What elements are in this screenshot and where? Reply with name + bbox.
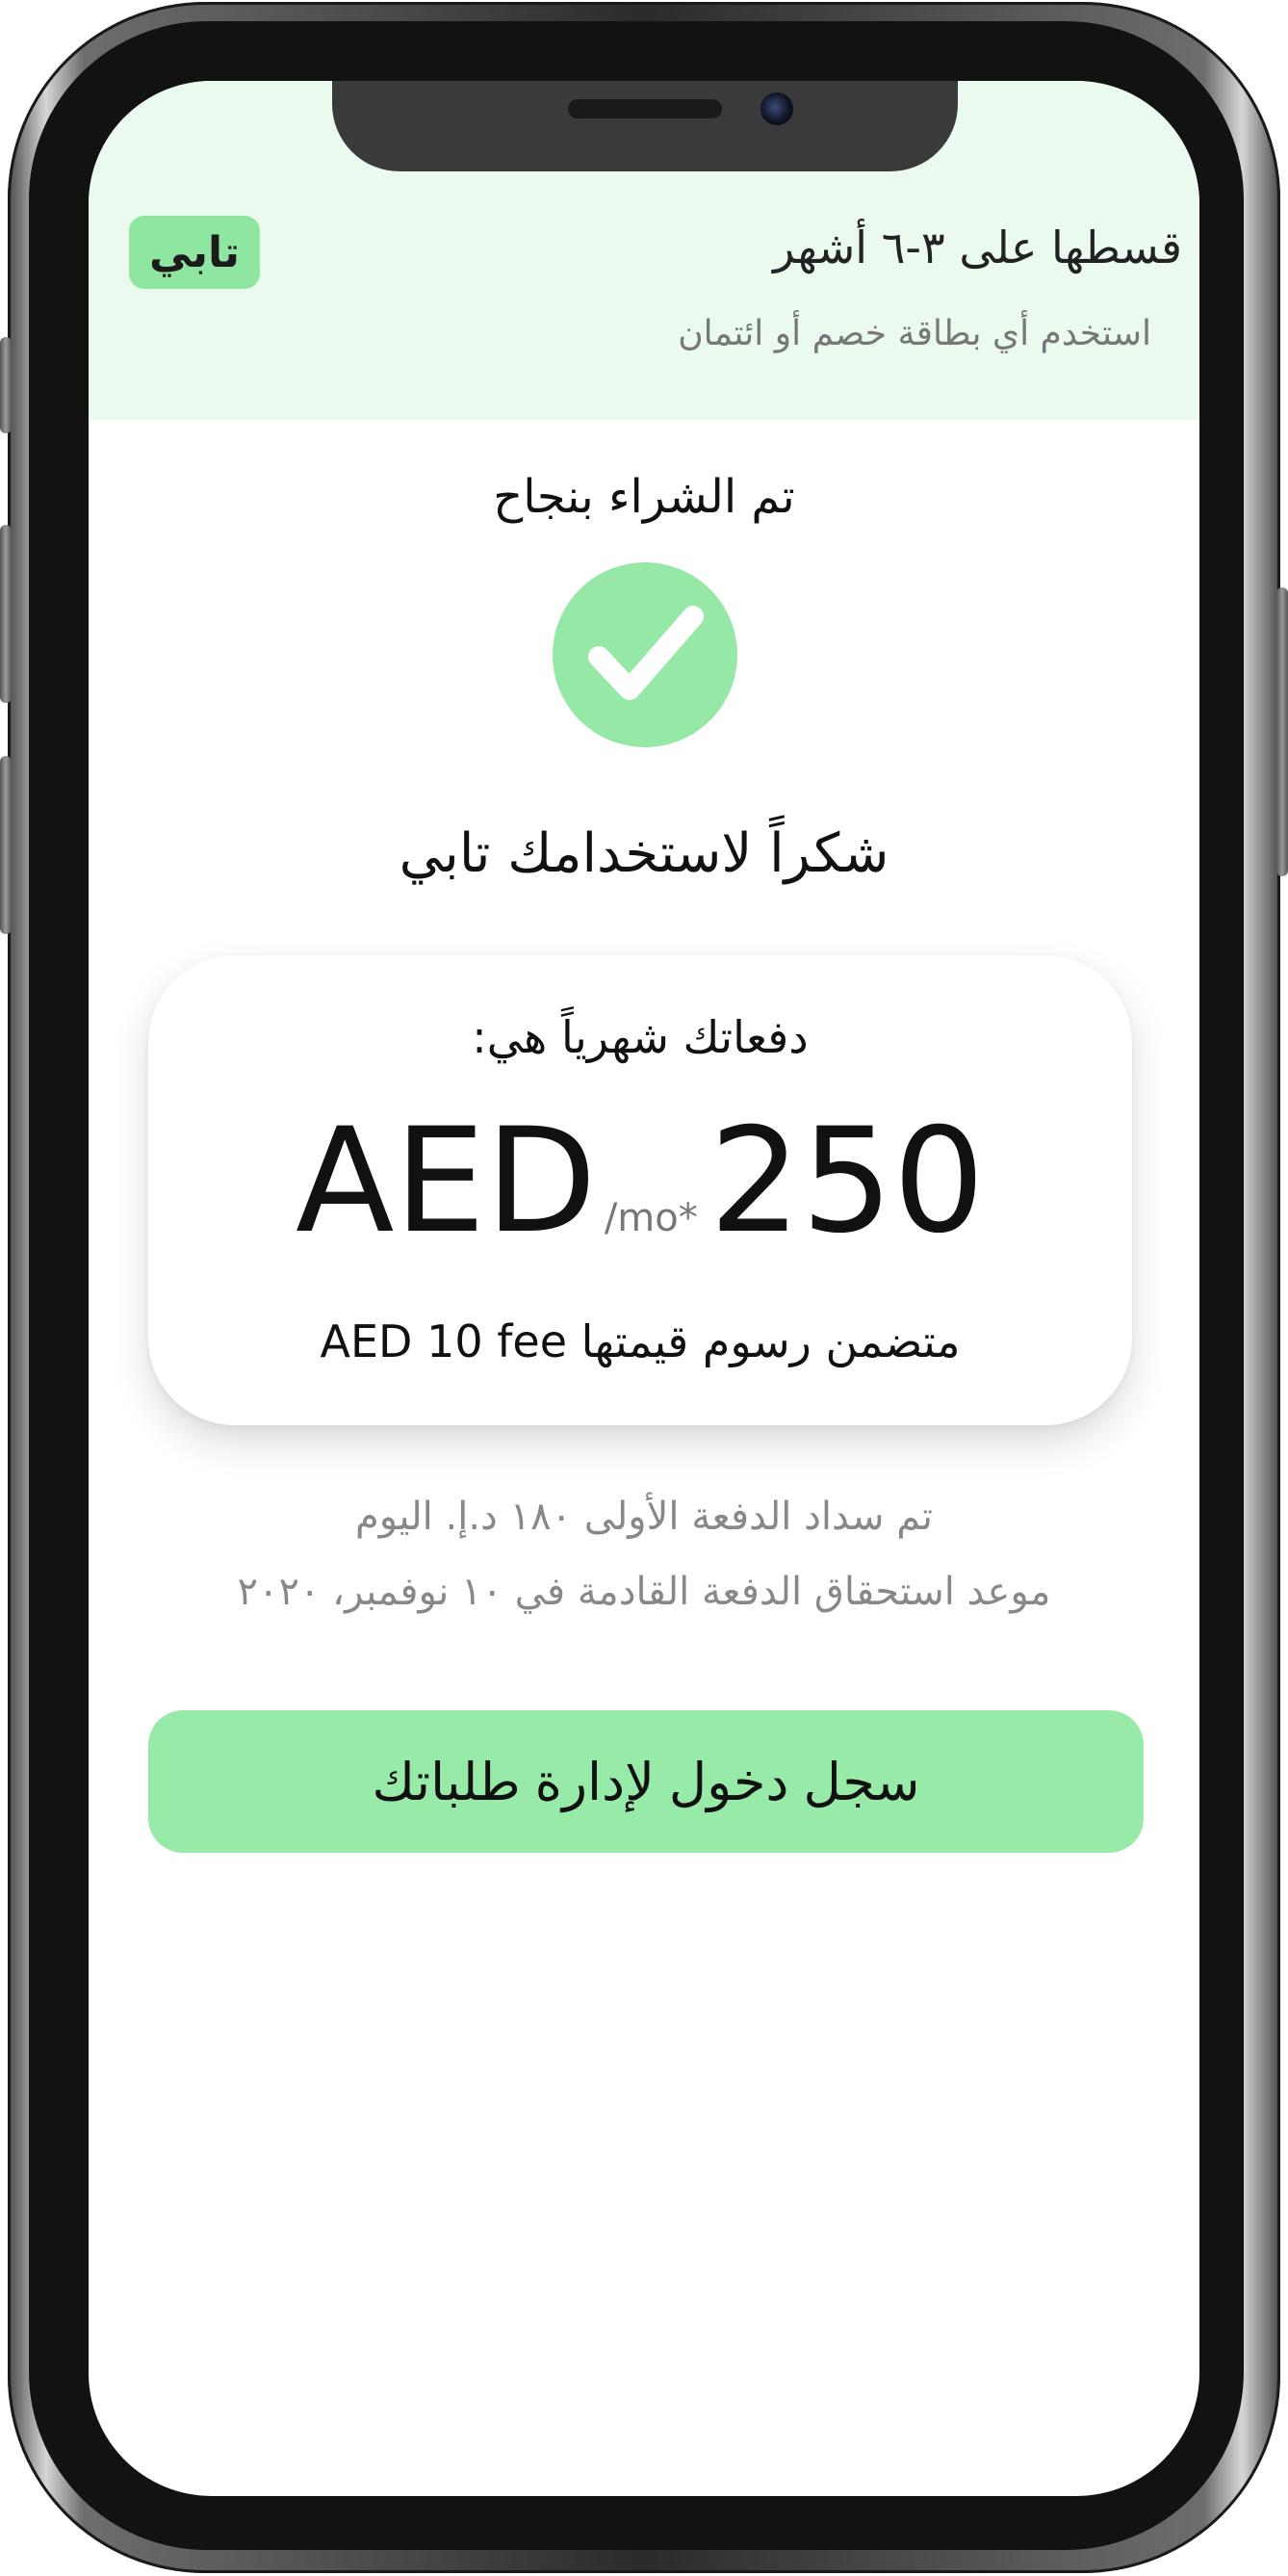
- first-payment-text: تم سداد الدفعة الأولى ١٨٠ د.إ. اليوم: [354, 1495, 934, 1539]
- earpiece-speaker: [568, 99, 722, 118]
- logo-text: تابي: [148, 227, 241, 277]
- monthly-payment-label: دفعاتك شهرياً هي:: [472, 1011, 809, 1063]
- check-icon: [553, 562, 737, 747]
- purchase-success-text: تم الشراء بنجاح: [493, 470, 795, 524]
- amount-period: /mo*: [604, 1196, 698, 1240]
- monthly-payment-card: دفعاتك شهرياً هي: AED /mo* 250 متضمن رسو…: [148, 955, 1132, 1425]
- mute-switch: [0, 337, 12, 433]
- volume-down-button: [0, 756, 12, 934]
- installment-title: قسطها على ٣-٦ أشهر: [773, 221, 1182, 273]
- next-due-text: موعد استحقاق الدفعة القادمة في ١٠ نوفمبر…: [237, 1570, 1051, 1614]
- fee-note: متضمن رسوم قيمتها AED 10 fee: [320, 1315, 961, 1367]
- tabby-logo: تابي: [129, 216, 260, 289]
- volume-up-button: [0, 525, 12, 703]
- monthly-amount: AED /mo* 250: [148, 1109, 1132, 1254]
- login-button[interactable]: سجل دخول لإدارة طلباتك: [148, 1710, 1144, 1853]
- front-camera: [760, 92, 793, 125]
- amount-currency: AED: [295, 1098, 597, 1265]
- thanks-message: شكراً لاستخدامك تابي: [399, 822, 889, 885]
- power-button: [1276, 587, 1288, 876]
- amount-value: 250: [708, 1098, 986, 1265]
- phone-screen: تابي قسطها على ٣-٦ أشهر استخدم أي بطاقة …: [89, 81, 1199, 2496]
- phone-notch: [332, 81, 958, 171]
- installment-subtitle: استخدم أي بطاقة خصم أو ائتمان: [678, 314, 1151, 353]
